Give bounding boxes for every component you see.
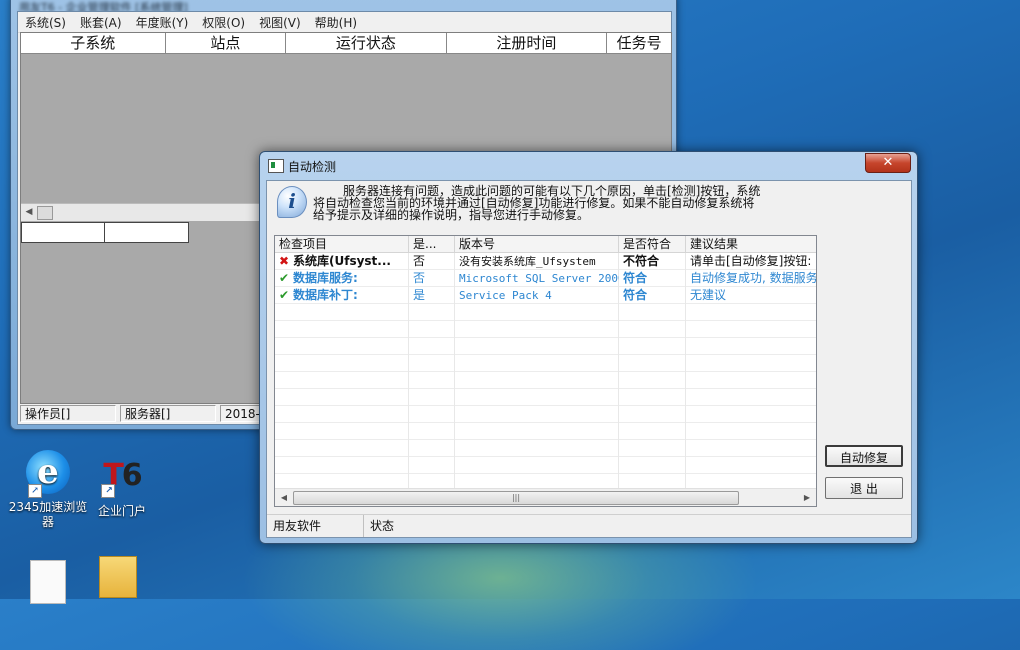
desktop-icon-folder[interactable] bbox=[78, 556, 158, 598]
auto-fix-button[interactable]: 自动修复 bbox=[825, 445, 903, 467]
desktop-icon-portal[interactable]: T6 ↗ 企业门户 bbox=[82, 454, 162, 519]
menu-help[interactable]: 帮助(H) bbox=[308, 14, 364, 31]
exit-button[interactable]: 退 出 bbox=[825, 477, 903, 499]
list-header: 检查项目 是... 版本号 是否符合 建议结果 bbox=[275, 236, 816, 253]
list-item[interactable]: ✖ 系统库(Ufsyst... 否 没有安装系统库_Ufsystem 不符合 请单… bbox=[275, 253, 816, 270]
grid-cell[interactable] bbox=[104, 222, 189, 243]
desktop-icon-label: 2345加速浏览器 bbox=[8, 500, 88, 529]
cell-conform: 符合 bbox=[623, 271, 648, 285]
header-is[interactable]: 是... bbox=[409, 236, 455, 252]
status-company: 用友软件 bbox=[267, 515, 364, 537]
cell-item: ✖ 系统库(Ufsyst... bbox=[275, 253, 409, 270]
col-task-no[interactable]: 任务号 bbox=[607, 33, 671, 53]
cell-flag: 否 bbox=[413, 271, 426, 285]
dialog-title: 自动检测 bbox=[288, 160, 337, 174]
folder-icon bbox=[99, 556, 137, 598]
close-button[interactable]: ✕ bbox=[865, 153, 911, 173]
dialog-client: i 服务器连接有问题，造成此问题的可能有以下几个原因，单击[检测]按钮，系统 将… bbox=[266, 180, 912, 538]
grid-cell[interactable] bbox=[21, 222, 105, 243]
col-site[interactable]: 站点 bbox=[166, 33, 287, 53]
document-icon bbox=[30, 560, 66, 604]
scroll-thumb[interactable] bbox=[37, 206, 53, 220]
check-list[interactable]: 检查项目 是... 版本号 是否符合 建议结果 ✖ 系统库(Ufsyst... 否… bbox=[274, 235, 817, 507]
item-text: 系统库(Ufsyst... bbox=[293, 254, 391, 268]
grid-header: 子系统 站点 运行状态 注册时间 任务号 bbox=[21, 33, 671, 54]
col-subsystem[interactable]: 子系统 bbox=[21, 33, 166, 53]
status-state: 状态 bbox=[370, 519, 395, 533]
shortcut-arrow-icon: ↗ bbox=[101, 484, 115, 498]
status-operator: 操作员[] bbox=[20, 405, 116, 422]
list-item[interactable]: ✔ 数据库服务: 否 Microsoft SQL Server 2000 符合 自… bbox=[275, 270, 816, 287]
desktop-icon-document[interactable] bbox=[8, 560, 88, 604]
scroll-thumb[interactable]: ||| bbox=[293, 491, 739, 505]
menu-view[interactable]: 视图(V) bbox=[252, 14, 308, 31]
dialog-titlebar[interactable]: 自动检测 ✕ bbox=[266, 153, 911, 176]
cell-conform: 符合 bbox=[623, 288, 648, 302]
scroll-right-icon[interactable]: ▶ bbox=[800, 491, 814, 504]
col-run-status[interactable]: 运行状态 bbox=[286, 33, 447, 53]
list-rows: ✖ 系统库(Ufsyst... 否 没有安装系统库_Ufsystem 不符合 请单… bbox=[275, 253, 816, 489]
cell-advice: 自动修复成功, 数据服务 bbox=[690, 271, 816, 285]
scroll-left-icon[interactable]: ◀ bbox=[277, 491, 291, 504]
scroll-left-icon[interactable]: ◀ bbox=[23, 206, 35, 218]
cell-advice: 无建议 bbox=[690, 288, 727, 302]
cell-conform: 不符合 bbox=[623, 254, 660, 268]
message-line: 给予提示及详细的操作说明，指导您进行手动修复。 bbox=[313, 208, 590, 222]
cell-advice: 请单击[自动修复]按钮: bbox=[690, 254, 812, 268]
dialog-message: 服务器连接有问题，造成此问题的可能有以下几个原因，单击[检测]按钮，系统 将自动… bbox=[313, 185, 873, 221]
ie-browser-icon: e ↗ bbox=[26, 450, 70, 498]
cell-flag: 否 bbox=[413, 254, 426, 268]
item-text: 数据库服务: bbox=[293, 271, 358, 285]
cell-flag: 是 bbox=[413, 288, 426, 302]
header-version[interactable]: 版本号 bbox=[455, 236, 619, 252]
list-item[interactable]: ✔ 数据库补丁: 是 Service Pack 4 符合 无建议 bbox=[275, 287, 816, 304]
dialog-status-bar: 用友软件 状态 bbox=[267, 514, 911, 537]
list-horizontal-scrollbar[interactable]: ◀ ||| ▶ bbox=[275, 488, 816, 506]
menu-year-account[interactable]: 年度账(Y) bbox=[129, 14, 196, 31]
cell-version: 没有安装系统库_Ufsystem bbox=[459, 255, 596, 268]
header-conform[interactable]: 是否符合 bbox=[619, 236, 686, 252]
menu-account[interactable]: 账套(A) bbox=[73, 14, 129, 31]
desktop-icon-2345-browser[interactable]: e ↗ 2345加速浏览器 bbox=[8, 450, 88, 530]
status-server: 服务器[] bbox=[120, 405, 216, 422]
col-register-time[interactable]: 注册时间 bbox=[447, 33, 608, 53]
cell-item: ✔ 数据库服务: bbox=[275, 270, 409, 287]
cell-item: ✔ 数据库补丁: bbox=[275, 287, 409, 304]
cell-version: Service Pack 4 bbox=[459, 289, 552, 302]
shortcut-arrow-icon: ↗ bbox=[28, 484, 42, 498]
menu-permission[interactable]: 权限(O) bbox=[195, 14, 252, 31]
info-icon: i bbox=[277, 186, 307, 218]
header-check-item[interactable]: 检查项目 bbox=[275, 236, 409, 252]
auto-detect-dialog: 自动检测 ✕ i 服务器连接有问题，造成此问题的可能有以下几个原因，单击[检测]… bbox=[259, 151, 918, 544]
cell-version: Microsoft SQL Server 2000 bbox=[459, 272, 619, 285]
menu-bar: 系统(S) 账套(A) 年度账(Y) 权限(O) 视图(V) 帮助(H) bbox=[18, 12, 671, 33]
check-icon: ✔ bbox=[279, 271, 290, 285]
x-icon: ✖ bbox=[279, 254, 290, 268]
t6-portal-icon: T6 ↗ bbox=[99, 458, 145, 498]
app-icon bbox=[268, 159, 284, 173]
desktop-icon-label: 企业门户 bbox=[97, 504, 146, 518]
item-text: 数据库补丁: bbox=[293, 288, 358, 302]
menu-system[interactable]: 系统(S) bbox=[18, 14, 73, 31]
check-icon: ✔ bbox=[279, 288, 290, 302]
header-advice[interactable]: 建议结果 bbox=[686, 236, 816, 252]
